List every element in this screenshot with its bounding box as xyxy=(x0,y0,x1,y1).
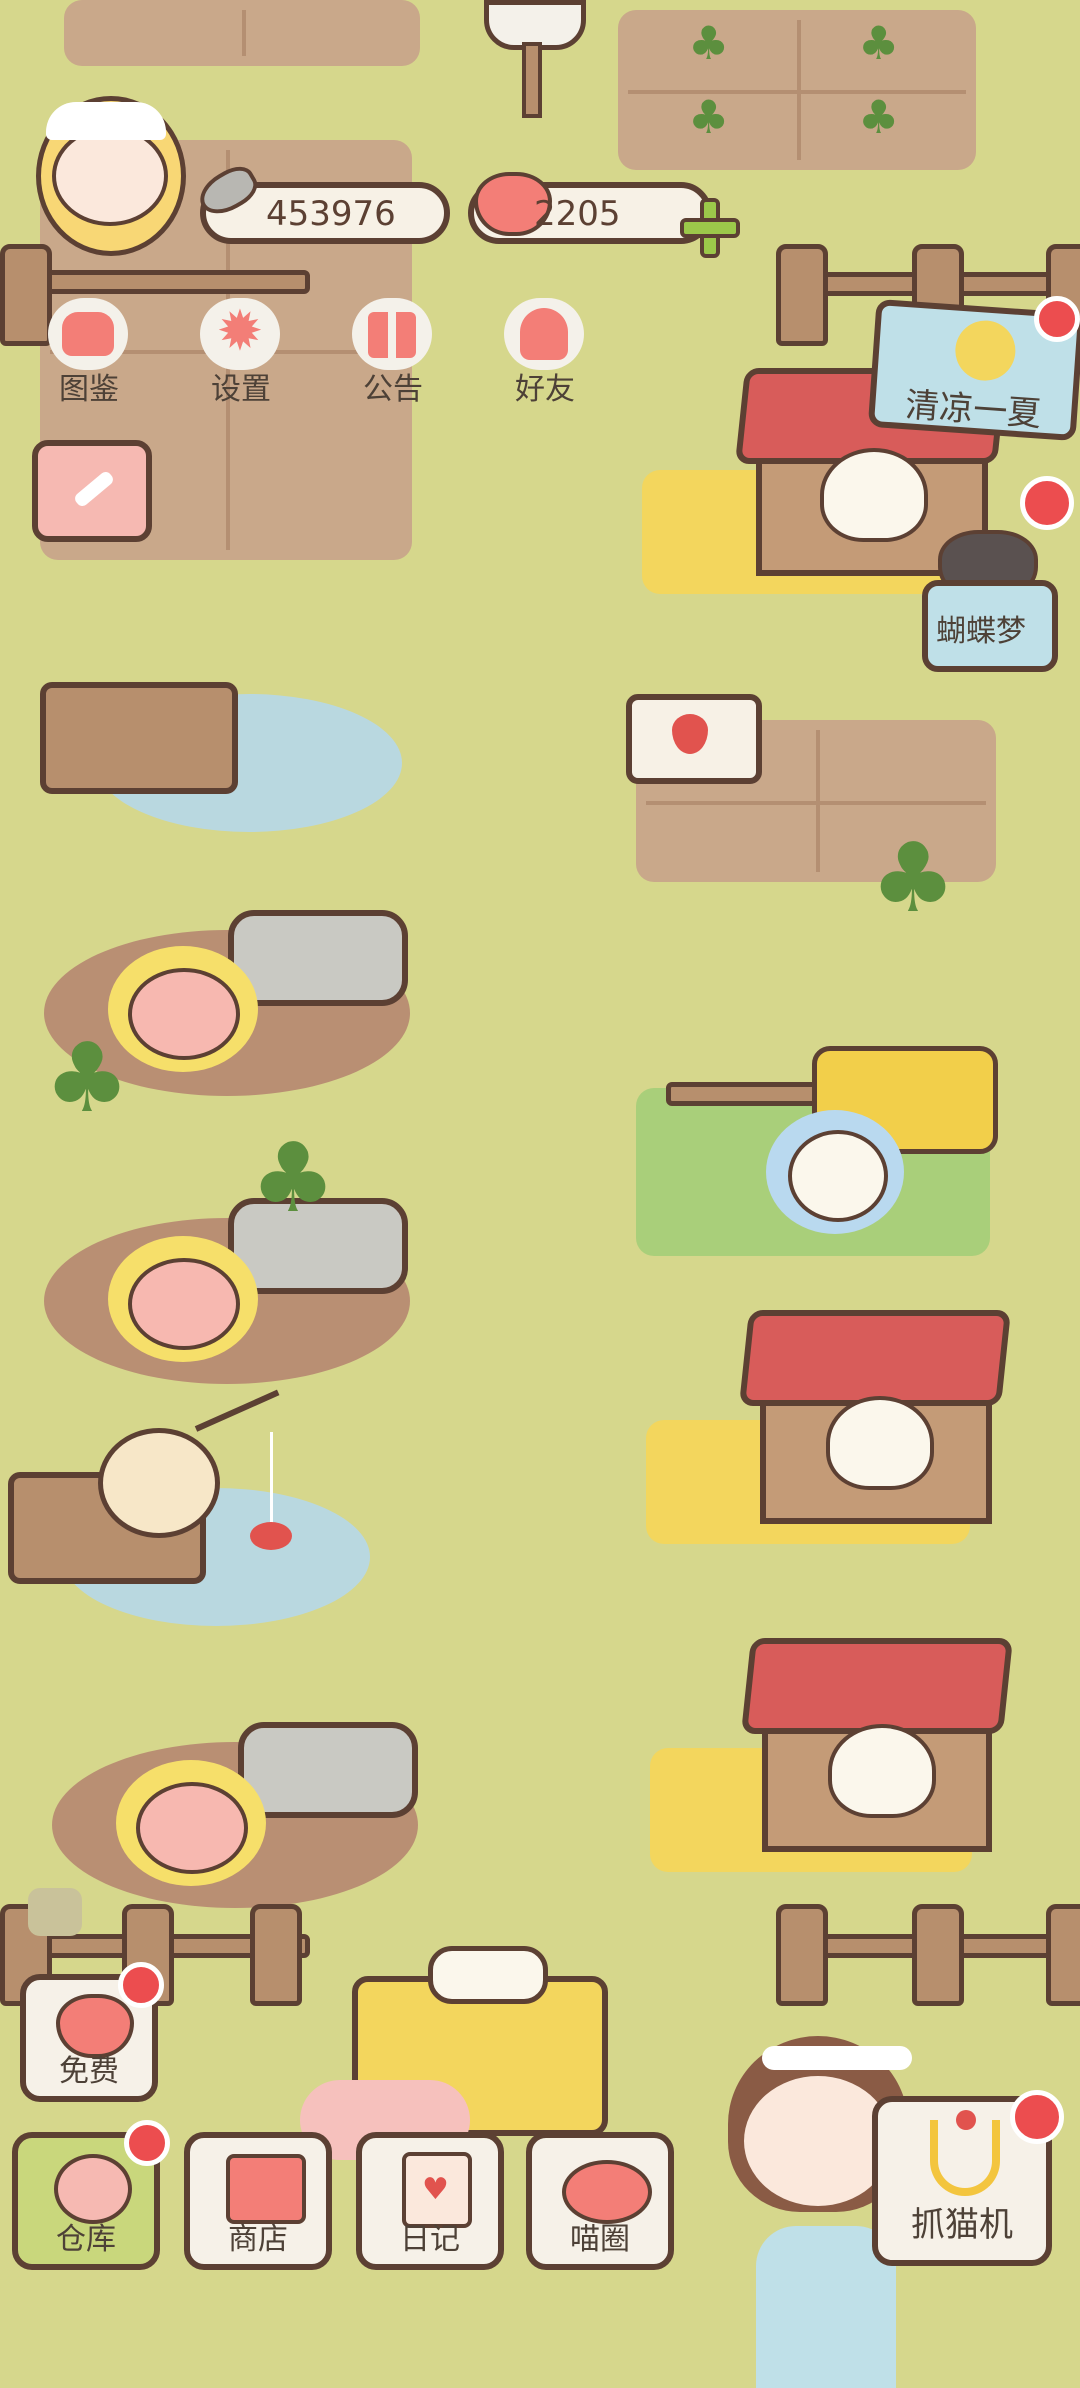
claw-machine-notification-dot xyxy=(1010,2090,1064,2144)
shop-button[interactable]: 商店 xyxy=(184,2132,332,2270)
camera-icon[interactable] xyxy=(28,1888,82,1936)
dock xyxy=(40,682,238,794)
sprout-icon: ♣ xyxy=(688,16,730,70)
summer-event-notification-dot xyxy=(1034,296,1080,342)
collection-label: 图鉴 xyxy=(59,372,119,407)
cow xyxy=(766,1110,904,1234)
fish-amount: 453976 xyxy=(266,194,396,234)
shop-label: 商店 xyxy=(228,2222,288,2257)
coop-roof xyxy=(738,1310,1012,1406)
player-avatar[interactable] xyxy=(16,96,192,256)
butterfly-notification-dot xyxy=(1020,476,1074,530)
coop-roof xyxy=(740,1638,1014,1734)
cat-book-icon xyxy=(62,312,114,356)
warehouse-notification-dot xyxy=(124,2120,170,2166)
settings-label: 设置 xyxy=(211,372,271,407)
duck xyxy=(820,448,928,542)
strawberry-sign xyxy=(626,694,762,784)
diary-button[interactable]: ♥ 日记 xyxy=(356,2132,504,2270)
butterfly-dream-label: 蝴蝶梦 xyxy=(936,614,1026,649)
fence-post xyxy=(250,1904,302,2006)
heart-amount: 2205 xyxy=(534,194,621,234)
fence-post xyxy=(776,244,828,346)
fish-currency[interactable]: 453976 xyxy=(192,159,450,244)
feeding-trough xyxy=(238,1722,418,1818)
cat-circle-button[interactable]: 喵圈 xyxy=(526,2132,674,2270)
edit-layout-button[interactable] xyxy=(32,440,152,542)
clover-icon: ♣ xyxy=(44,1022,131,1134)
announcement-button[interactable]: 公告 xyxy=(334,290,452,408)
summer-event-label: 清凉一夏 xyxy=(903,385,1043,435)
duck xyxy=(828,1724,936,1818)
warehouse-label: 仓库 xyxy=(56,2222,116,2257)
friends-label: 好友 xyxy=(515,372,575,407)
fence xyxy=(666,1082,826,1106)
duck xyxy=(826,1396,934,1490)
scarecrow xyxy=(478,0,586,118)
butterfly-dream-button[interactable]: 蝴蝶梦 xyxy=(922,530,1058,672)
fence-post xyxy=(912,1904,964,2006)
diary-label: 日记 xyxy=(400,2222,460,2257)
soil-plot-top-right: ♣ ♣ ♣ ♣ xyxy=(618,10,976,170)
fence-post xyxy=(1046,1904,1080,2006)
fence-post xyxy=(776,1904,828,2006)
pig xyxy=(128,1258,240,1350)
bone-icon xyxy=(428,1946,548,2004)
clover-icon: ♣ xyxy=(870,822,957,934)
claw-machine-label: 抓猫机 xyxy=(911,2205,1013,2245)
free-label: 免费 xyxy=(59,2054,119,2089)
clover-icon: ♣ xyxy=(250,1122,337,1234)
game-screen: { "currency": { "fish": "453976", "heart… xyxy=(0,0,1080,2388)
cat-circle-label: 喵圈 xyxy=(570,2222,630,2257)
fishing-line xyxy=(270,1432,273,1526)
heart-currency[interactable]: 2205 xyxy=(468,172,712,244)
sprout-icon: ♣ xyxy=(858,16,900,70)
announcement-label: 公告 xyxy=(363,372,423,407)
fishing-rod xyxy=(194,1389,280,1432)
add-hearts-button[interactable] xyxy=(680,198,740,258)
friends-button[interactable]: 好友 xyxy=(486,290,604,408)
sprout-icon: ♣ xyxy=(688,90,730,144)
fishing-cat xyxy=(98,1428,220,1538)
fishing-bobber xyxy=(250,1522,292,1550)
friends-icon xyxy=(520,308,568,360)
strawberry-icon xyxy=(672,714,708,754)
gift-icon xyxy=(368,312,416,358)
soil-plot-top-left xyxy=(64,0,420,66)
collection-button[interactable]: 图鉴 xyxy=(30,290,148,408)
settings-button[interactable]: ✹ 设置 xyxy=(182,290,300,408)
umbrella-icon xyxy=(953,318,1018,383)
sprout-icon: ♣ xyxy=(858,90,900,144)
free-notification-dot xyxy=(118,1962,164,2008)
pig xyxy=(128,968,240,1060)
gear-icon: ✹ xyxy=(216,299,264,364)
pencil-icon xyxy=(72,469,116,509)
pig xyxy=(136,1782,248,1874)
claw-icon xyxy=(930,2110,1000,2196)
